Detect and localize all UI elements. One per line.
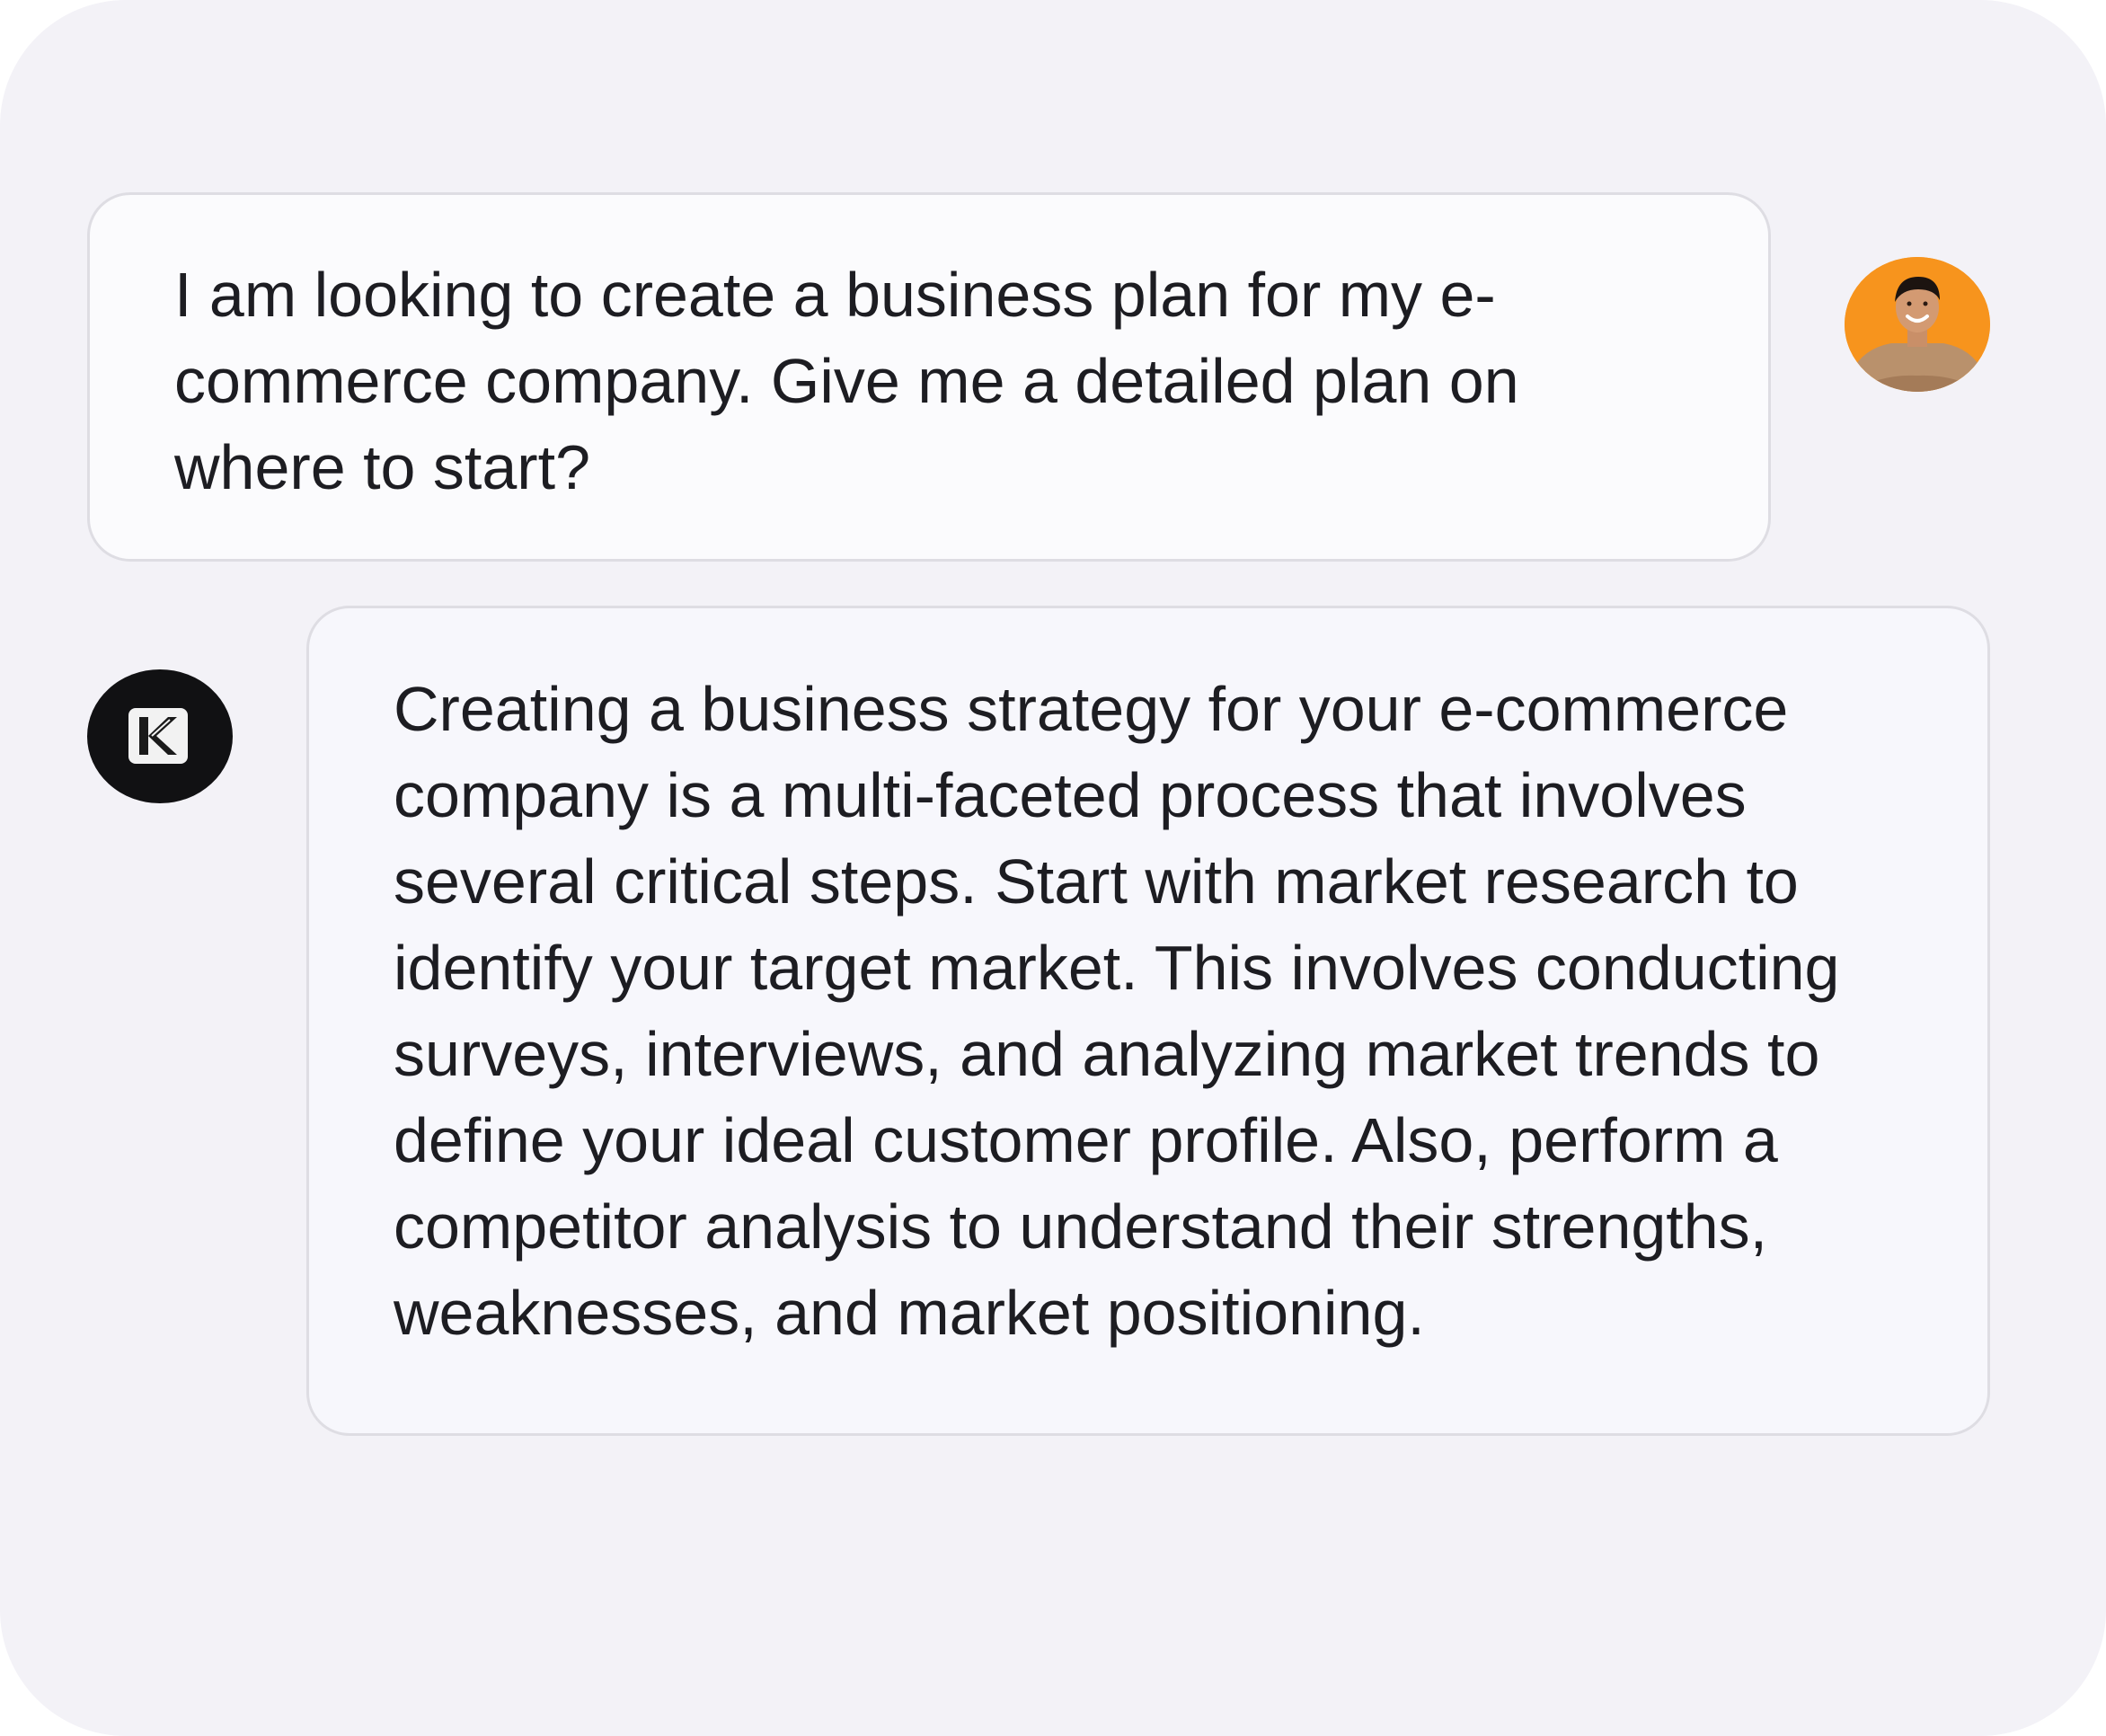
- assistant-message-line: company is a multi-faceted process that …: [394, 760, 1747, 830]
- user-message-line: I am looking to create a business plan f…: [174, 260, 1496, 330]
- chat-panel: I am looking to create a business plan f…: [0, 0, 2106, 1736]
- user-message-bubble: I am looking to create a business plan f…: [87, 192, 1771, 562]
- user-avatar: [1845, 257, 1990, 392]
- assistant-avatar: [87, 669, 233, 803]
- user-message-line: where to start?: [174, 432, 590, 502]
- assistant-message-line: weaknesses, and market positioning.: [394, 1278, 1425, 1348]
- assistant-message-line: define your ideal customer profile. Also…: [394, 1105, 1778, 1175]
- user-photo-avatar-icon: [1845, 257, 1990, 392]
- assistant-message-line: competitor analysis to understand their …: [394, 1191, 1768, 1262]
- assistant-message-line: Creating a business strategy for your e-…: [394, 674, 1789, 744]
- assistant-message-line: surveys, interviews, and analyzing marke…: [394, 1019, 1820, 1089]
- assistant-message-line: several critical steps. Start with marke…: [394, 846, 1799, 917]
- k-logo-icon: [128, 708, 188, 764]
- assistant-message-line: identify your target market. This involv…: [394, 933, 1840, 1003]
- user-message-line: commerce company. Give me a detailed pla…: [174, 346, 1519, 416]
- assistant-message-bubble: Creating a business strategy for your e-…: [306, 606, 1990, 1436]
